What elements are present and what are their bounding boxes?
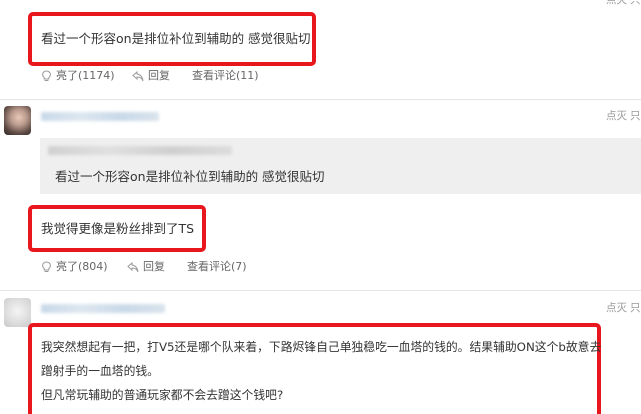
comment-3-line-2: 蹭射手的一血塔的钱。 (41, 364, 159, 378)
comment-2-view-replies-count: (7) (231, 260, 247, 273)
comment-2-like-count: (804) (78, 260, 108, 273)
report-link[interactable]: 点灭 (606, 0, 627, 7)
more-link[interactable]: 只 (630, 109, 641, 123)
comment-1-like-label: 亮了 (56, 69, 78, 82)
divider-2 (0, 290, 641, 291)
more-link[interactable]: 只 (630, 0, 641, 7)
reply-icon (132, 70, 144, 81)
comment-2-view-replies-link[interactable]: 查看评论 (7) (187, 260, 247, 274)
comment-1-reply-button[interactable]: 回复 (132, 69, 170, 83)
quoted-username-blurred (48, 146, 232, 155)
comment-2-reply-button[interactable]: 回复 (127, 260, 165, 274)
username-blurred[interactable] (41, 304, 165, 313)
comment-1-view-replies-label: 查看评论 (192, 69, 236, 82)
report-link[interactable]: 点灭 (606, 109, 627, 123)
more-link[interactable]: 只 (630, 301, 641, 315)
comment-1-view-replies-link[interactable]: 查看评论 (11) (192, 69, 259, 83)
comment-1-view-replies-count: (11) (236, 69, 259, 82)
comment-1-like-count: (1174) (78, 69, 115, 82)
avatar[interactable] (4, 106, 31, 135)
avatar[interactable] (4, 298, 31, 327)
comment-1-reply-label: 回复 (148, 69, 170, 82)
username-blurred[interactable] (41, 112, 159, 121)
comment-1-text: 看过一个形容on是排位补位到辅助的 感觉很贴切 (41, 31, 311, 46)
quoted-comment-text: 看过一个形容on是排位补位到辅助的 感觉很贴切 (55, 169, 325, 184)
report-link[interactable]: 点灭 (606, 301, 627, 315)
quoted-comment-box: 看过一个形容on是排位补位到辅助的 感觉很贴切 (40, 138, 641, 194)
comment-2-text: 我觉得更像是粉丝排到了TS (41, 221, 195, 236)
lightbulb-icon (42, 261, 51, 272)
comment-3-line-3: 但凡常玩辅助的普通玩家都不会去蹭这个钱吧? (41, 388, 284, 402)
comment-2-like-button[interactable]: 亮了 (804) (41, 260, 108, 274)
comment-2-reply-label: 回复 (143, 260, 165, 273)
lightbulb-icon (42, 70, 51, 81)
comment-2-like-label: 亮了 (56, 260, 78, 273)
divider-1 (0, 99, 641, 100)
comment-1-like-button[interactable]: 亮了 (1174) (41, 69, 115, 83)
comment-2-view-replies-label: 查看评论 (187, 260, 231, 273)
comment-3-line-1: 我突然想起有一把，打V5还是哪个队来着，下路烬锋自己单独稳吃一血塔的钱的。结果辅… (41, 340, 602, 354)
reply-icon (127, 261, 139, 272)
